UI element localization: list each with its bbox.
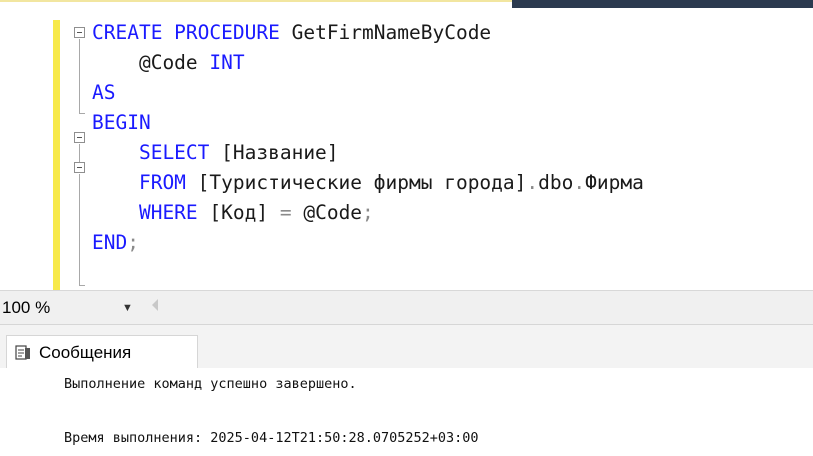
fold-guide-body-end bbox=[79, 285, 85, 286]
fold-guide-body bbox=[79, 174, 80, 286]
code-token: FROM bbox=[92, 171, 198, 194]
fold-toggle-create[interactable] bbox=[74, 27, 85, 38]
code-token: CREATE PROCEDURE bbox=[92, 21, 292, 44]
tab-messages[interactable]: Сообщения bbox=[6, 335, 198, 370]
code-line[interactable]: AS bbox=[92, 78, 813, 108]
fold-toggle-select[interactable] bbox=[74, 162, 85, 173]
tab-messages-label: Сообщения bbox=[39, 343, 132, 362]
scroll-left-arrow-icon[interactable] bbox=[152, 299, 158, 311]
code-token: WHERE bbox=[92, 201, 210, 224]
code-line[interactable]: END; bbox=[92, 228, 813, 258]
code-token: = bbox=[279, 201, 304, 224]
code-token: SELECT bbox=[92, 141, 222, 164]
code-token: [Код] bbox=[209, 201, 280, 224]
zoom-value: 100 % bbox=[2, 298, 51, 317]
editor-status-bar: 100 % ▼ bbox=[0, 290, 813, 325]
code-token: @Code bbox=[303, 201, 363, 224]
code-line[interactable]: FROM [Туристические фирмы города].dbo.Фи… bbox=[92, 168, 813, 198]
fold-guide-create bbox=[79, 39, 80, 114]
code-token: [Название] bbox=[221, 141, 339, 164]
code-line[interactable]: CREATE PROCEDURE GetFirmNameByCode bbox=[92, 18, 813, 48]
code-line[interactable]: SELECT [Название] bbox=[92, 138, 813, 168]
fold-guide-create-end bbox=[79, 113, 85, 114]
results-tabbar: Сообщения bbox=[0, 324, 813, 370]
title-strip-highlight bbox=[0, 0, 512, 2]
change-tracking-margin bbox=[53, 20, 60, 290]
message-line: Время выполнения: 2025-04-12T21:50:28.07… bbox=[64, 430, 479, 446]
code-token: @Code bbox=[92, 51, 210, 74]
title-strip-dark bbox=[512, 0, 813, 8]
messages-icon bbox=[15, 345, 30, 360]
code-token: . bbox=[573, 171, 586, 194]
code-token: INT bbox=[209, 51, 245, 74]
messages-pane: Выполнение команд успешно завершено. Вре… bbox=[0, 368, 813, 456]
fold-guide-begin bbox=[79, 144, 80, 162]
chevron-down-icon[interactable]: ▼ bbox=[122, 295, 133, 321]
code-token: Фирма bbox=[585, 171, 644, 194]
code-token: ; bbox=[127, 231, 139, 254]
code-token: BEGIN bbox=[92, 111, 151, 134]
message-line: Выполнение команд успешно завершено. bbox=[64, 376, 357, 392]
code-line[interactable]: WHERE [Код] = @Code; bbox=[92, 198, 813, 228]
code-token: dbo bbox=[538, 171, 574, 194]
code-token: AS bbox=[92, 81, 116, 104]
code-line[interactable]: BEGIN bbox=[92, 108, 813, 138]
code-editor[interactable]: CREATE PROCEDURE GetFirmNameByCode @Code… bbox=[0, 8, 813, 290]
title-strip bbox=[0, 0, 813, 8]
code-token: END bbox=[92, 231, 128, 254]
code-token: [Туристические фирмы города] bbox=[197, 171, 527, 194]
fold-toggle-begin[interactable] bbox=[74, 132, 85, 143]
code-token: GetFirmNameByCode bbox=[291, 21, 492, 44]
code-token: . bbox=[526, 171, 539, 194]
code-token: ; bbox=[362, 201, 374, 224]
zoom-dropdown[interactable]: 100 % ▼ bbox=[0, 295, 138, 321]
code-line[interactable]: @Code INT bbox=[92, 48, 813, 78]
